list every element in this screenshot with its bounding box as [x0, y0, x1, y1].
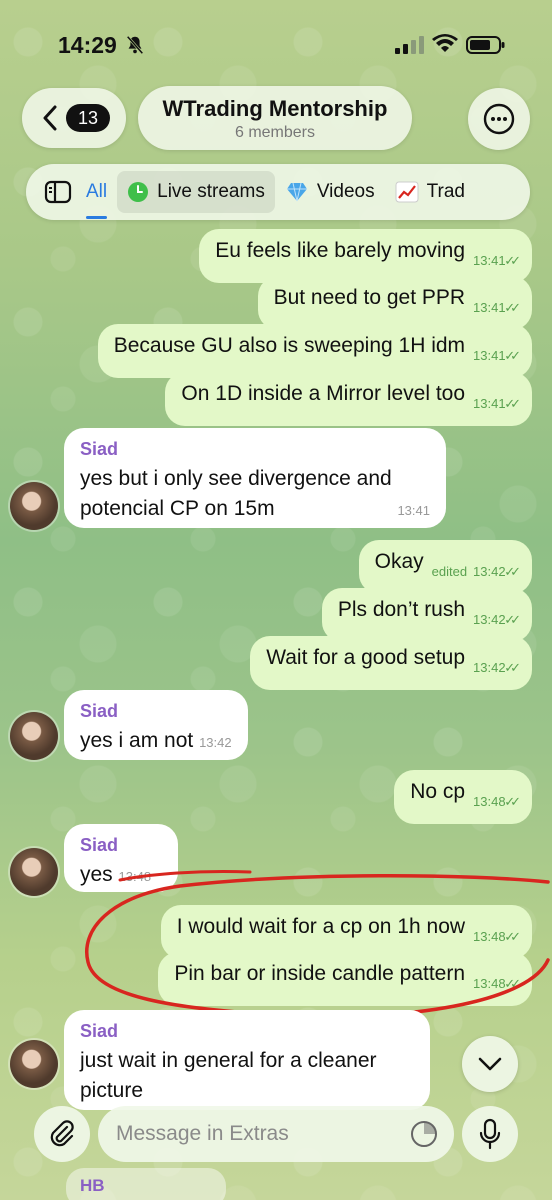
message-text: picture	[80, 1079, 144, 1102]
read-check-icon: ✓✓	[504, 564, 521, 579]
message-text: But need to get PPR	[273, 286, 466, 309]
tab-label: Trad	[426, 181, 465, 202]
chat-title-button[interactable]: WTrading Mentorship 6 members	[138, 86, 412, 150]
message-input[interactable]	[98, 1106, 454, 1162]
battery-icon	[466, 36, 505, 54]
message-bubble[interactable]: On 1D inside a Mirror level too 13:41 ✓✓	[165, 372, 532, 426]
message-bubble[interactable]: Okay edited 13:42 ✓✓	[358, 540, 532, 594]
read-check-icon: ✓✓	[504, 794, 521, 809]
diamond-icon	[286, 182, 307, 202]
message-time: 13:41	[473, 253, 506, 268]
sticker-icon[interactable]	[410, 1120, 438, 1148]
scroll-down-button[interactable]	[462, 1036, 518, 1092]
next-message-preview: HB	[66, 1168, 226, 1200]
read-check-icon: ✓✓	[504, 253, 521, 268]
message-bubble[interactable]: Because GU also is sweeping 1H idm 13:41 …	[97, 324, 532, 378]
message-text: No cp	[410, 780, 466, 803]
message-bubble[interactable]: Siad just wait in general for a cleaner …	[64, 1010, 430, 1110]
read-check-icon: ✓✓	[504, 348, 521, 363]
wifi-icon	[432, 34, 458, 52]
more-button[interactable]	[468, 88, 530, 150]
message-time: 13:41	[473, 396, 506, 411]
message-text: Wait for a good setup	[266, 646, 466, 669]
signal-icon	[395, 36, 424, 54]
tab-all[interactable]: All	[76, 171, 117, 219]
message-time: 13:42	[473, 564, 506, 579]
tab-label: Live streams	[157, 181, 265, 202]
read-check-icon: ✓✓	[504, 396, 521, 411]
live-clock-icon	[128, 182, 149, 202]
topic-tabs: All Live streams Videos Trad	[26, 164, 530, 220]
message-bubble[interactable]: Siad yes but i only see divergence and p…	[64, 428, 446, 528]
tab-label: All	[86, 181, 108, 202]
message-time: 13:42	[473, 660, 506, 675]
tab-label: Videos	[316, 181, 375, 202]
message-bubble[interactable]: Pls don’t rush 13:42 ✓✓	[321, 588, 532, 642]
message-time: 13:41	[397, 503, 430, 518]
tab-trades[interactable]: Trad	[385, 171, 475, 213]
message-bubble[interactable]: Siad yes 13:48	[64, 824, 178, 892]
message-text: yes i am not	[80, 729, 194, 752]
message-time: 13:48	[473, 794, 506, 809]
message-time: 13:42	[473, 612, 506, 627]
paperclip-icon	[50, 1120, 74, 1147]
message-text: Pin bar or inside candle pattern	[174, 962, 466, 985]
attach-button[interactable]	[34, 1106, 90, 1162]
sender-name: HB	[80, 1176, 105, 1195]
message-time: 13:41	[473, 300, 506, 315]
microphone-button[interactable]	[462, 1106, 518, 1162]
member-count: 6 members	[234, 124, 316, 141]
sender-name: Siad	[80, 439, 119, 459]
message-text: potencial CP on 15m	[80, 497, 275, 520]
more-options-icon	[483, 103, 515, 135]
message-bubble[interactable]: Wait for a good setup 13:42 ✓✓	[250, 636, 532, 690]
message-text: I would wait for a cp on 1h now	[176, 915, 466, 938]
chevron-left-icon	[43, 105, 57, 131]
message-time: 13:48	[473, 929, 506, 944]
sender-name: Siad	[80, 835, 119, 855]
message-bubble[interactable]: No cp 13:48 ✓✓	[394, 770, 532, 824]
tab-videos[interactable]: Videos	[275, 171, 385, 213]
message-bubble[interactable]: But need to get PPR 13:41 ✓✓	[257, 276, 532, 330]
tab-live-streams[interactable]: Live streams	[117, 171, 275, 213]
message-text: Pls don’t rush	[337, 598, 466, 621]
back-button[interactable]: 13	[22, 88, 126, 148]
chevron-down-icon	[478, 1057, 502, 1071]
message-text: Okay	[374, 550, 424, 573]
read-check-icon: ✓✓	[504, 929, 521, 944]
edited-label: edited	[431, 564, 468, 579]
message-text: On 1D inside a Mirror level too	[181, 382, 466, 405]
message-text: yes	[80, 863, 113, 886]
sender-name: Siad	[80, 1021, 119, 1041]
chat-title: WTrading Mentorship	[162, 96, 388, 121]
message-bubble[interactable]: Pin bar or inside candle pattern 13:48 ✓✓	[158, 952, 532, 1006]
message-time: 13:42	[199, 735, 232, 750]
avatar[interactable]	[10, 482, 58, 530]
avatar[interactable]	[10, 712, 58, 760]
message-time: 13:48	[118, 869, 152, 884]
read-check-icon: ✓✓	[504, 976, 521, 991]
message-bubble[interactable]: Eu feels like barely moving 13:41 ✓✓	[199, 229, 532, 283]
read-check-icon: ✓✓	[504, 300, 521, 315]
message-time: 13:48	[473, 976, 506, 991]
message-text: just wait in general for a cleaner	[80, 1049, 377, 1072]
read-check-icon: ✓✓	[504, 660, 521, 675]
unread-count-badge: 13	[66, 104, 110, 132]
sender-name: Siad	[80, 701, 119, 721]
message-text: Because GU also is sweeping 1H idm	[113, 334, 466, 357]
message-text: Eu feels like barely moving	[215, 239, 466, 262]
status-time: 14:29	[58, 32, 117, 58]
message-time: 13:41	[473, 348, 506, 363]
message-bubble[interactable]: I would wait for a cp on 1h now 13:48 ✓✓	[160, 905, 532, 959]
microphone-icon	[479, 1118, 501, 1150]
status-bar: 14:29	[0, 0, 552, 90]
avatar[interactable]	[10, 848, 58, 896]
message-text: yes but i only see divergence and	[80, 467, 392, 490]
avatar[interactable]	[10, 1040, 58, 1088]
read-check-icon: ✓✓	[504, 612, 521, 627]
chart-icon	[395, 181, 419, 203]
message-bubble[interactable]: Siad yes i am not 13:42	[64, 690, 248, 760]
bell-slash-icon	[126, 35, 144, 55]
sidebar-toggle-icon[interactable]	[44, 180, 72, 204]
